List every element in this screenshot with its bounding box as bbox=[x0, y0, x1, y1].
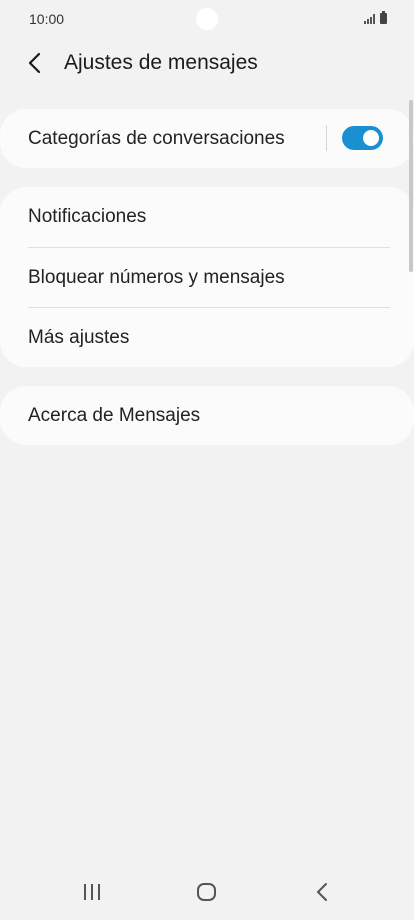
toggle-knob bbox=[361, 128, 381, 148]
setting-label: Notificaciones bbox=[28, 206, 147, 227]
screen: 10:00 Ajustes de mensajes Categorías de … bbox=[0, 0, 414, 920]
home-button[interactable] bbox=[177, 872, 237, 912]
back-nav-button[interactable] bbox=[292, 872, 352, 912]
navigation-bar bbox=[0, 864, 414, 920]
setting-label: Bloquear números y mensajes bbox=[28, 267, 285, 288]
setting-label: Acerca de Mensajes bbox=[28, 404, 201, 426]
chevron-left-icon bbox=[28, 52, 41, 74]
setting-label: Más ajustes bbox=[28, 327, 130, 348]
status-time: 10:00 bbox=[29, 11, 65, 27]
settings-card-conversations: Categorías de conversaciones bbox=[0, 109, 414, 168]
app-bar: Ajustes de mensajes bbox=[0, 38, 414, 88]
status-bar: 10:00 bbox=[0, 0, 414, 38]
battery-icon bbox=[380, 11, 387, 24]
setting-about-messages[interactable]: Acerca de Mensajes bbox=[0, 386, 414, 445]
scrollbar[interactable] bbox=[409, 100, 413, 272]
back-icon bbox=[317, 883, 327, 901]
settings-card-main: Notificaciones Bloquear números y mensaj… bbox=[0, 187, 414, 367]
divider bbox=[326, 125, 327, 151]
signal-icon bbox=[364, 14, 375, 24]
conversation-categories-toggle[interactable] bbox=[342, 126, 383, 150]
status-icons bbox=[364, 11, 387, 24]
setting-block-numbers[interactable]: Bloquear números y mensajes bbox=[0, 248, 414, 308]
page-title: Ajustes de mensajes bbox=[64, 51, 258, 74]
recent-apps-button[interactable] bbox=[62, 872, 122, 912]
setting-more-settings[interactable]: Más ajustes bbox=[0, 308, 414, 368]
setting-label: Categorías de conversaciones bbox=[28, 127, 285, 149]
home-icon bbox=[197, 883, 216, 901]
settings-card-about: Acerca de Mensajes bbox=[0, 386, 414, 445]
setting-conversation-categories[interactable]: Categorías de conversaciones bbox=[0, 109, 414, 168]
back-button[interactable] bbox=[20, 48, 50, 78]
camera-cutout bbox=[196, 8, 218, 30]
recent-apps-icon bbox=[84, 884, 100, 900]
setting-notifications[interactable]: Notificaciones bbox=[0, 187, 414, 247]
